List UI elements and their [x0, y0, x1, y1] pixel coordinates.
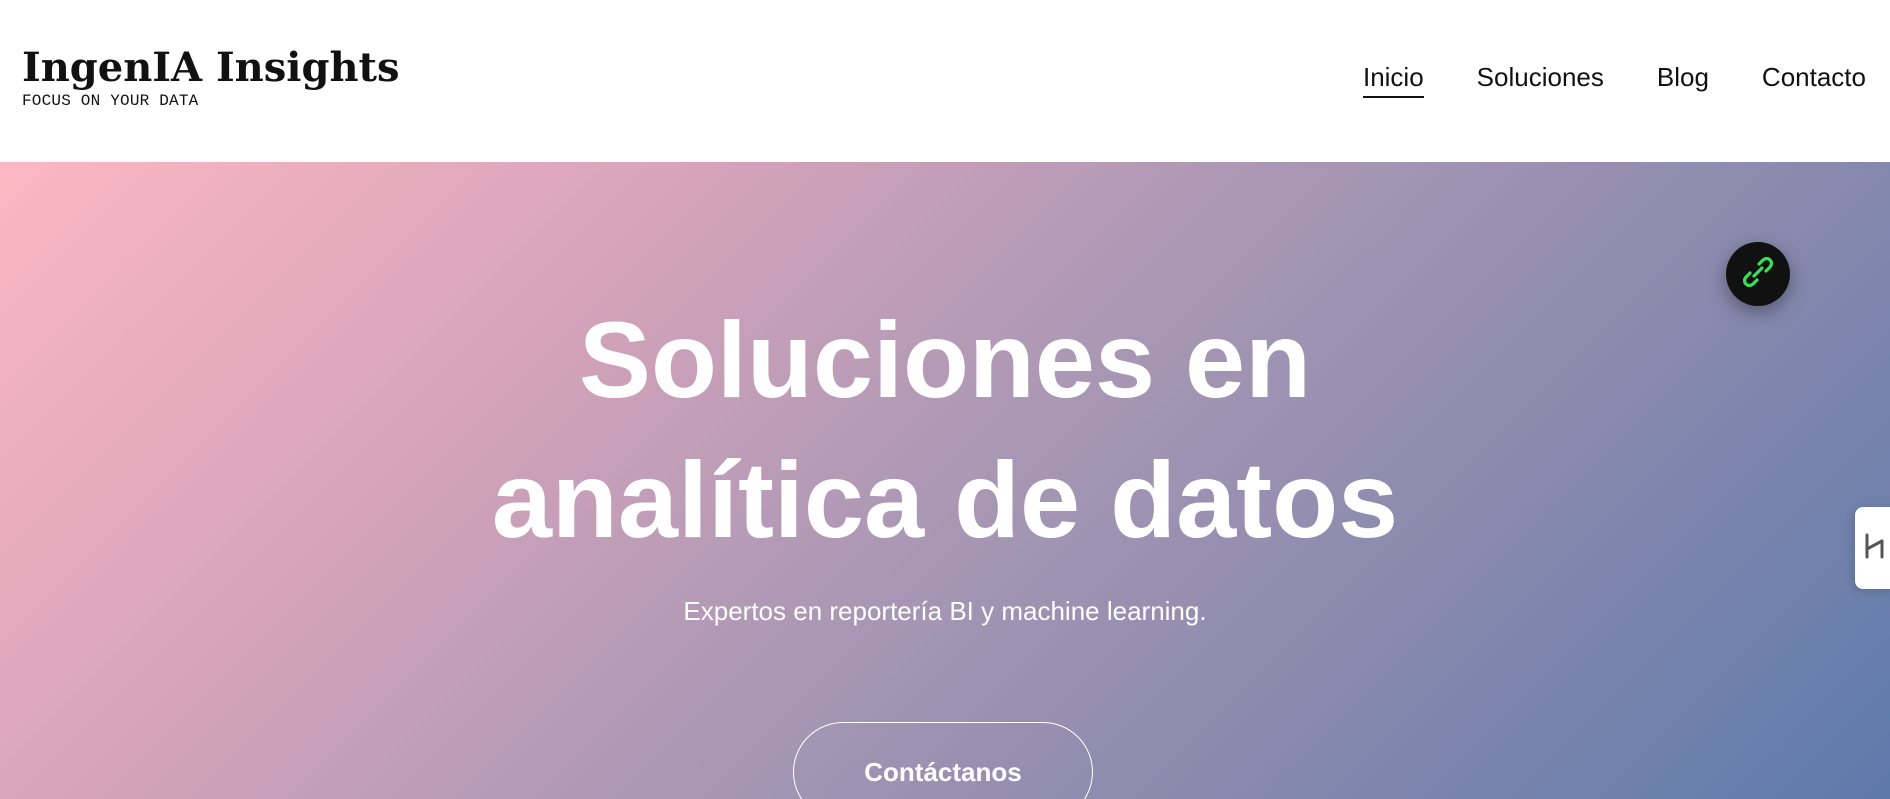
brand-tagline: FOCUS ON YOUR DATA: [22, 92, 199, 110]
nav-item-contacto[interactable]: Contacto: [1762, 60, 1866, 94]
hero-title-line-2: analítica de datos: [491, 439, 1399, 560]
hubspot-style-icon: [1862, 529, 1888, 568]
contact-cta-button[interactable]: Contáctanos: [793, 722, 1093, 799]
nav-item-soluciones[interactable]: Soluciones: [1477, 60, 1604, 94]
brand-logo[interactable]: IngenIA Insights FOCUS ON YOUR DATA: [22, 44, 400, 110]
hero-title-line-1: Soluciones en: [578, 299, 1312, 420]
hero-title: Soluciones en analítica de datos: [0, 290, 1890, 570]
link-chain-icon: [1742, 256, 1774, 292]
nav-item-blog[interactable]: Blog: [1657, 60, 1709, 94]
site-header: IngenIA Insights FOCUS ON YOUR DATA Inic…: [0, 0, 1890, 162]
nav-item-inicio[interactable]: Inicio: [1362, 60, 1424, 98]
brand-title: IngenIA Insights: [22, 44, 400, 91]
hero-subtitle: Expertos en reportería BI y machine lear…: [683, 596, 1207, 626]
hero-section: Soluciones en analítica de datos Experto…: [0, 162, 1890, 799]
side-feedback-tab[interactable]: [1855, 507, 1890, 589]
main-nav: Inicio Soluciones Blog Contacto: [1310, 60, 1866, 98]
chat-widget-button[interactable]: [1726, 242, 1790, 306]
